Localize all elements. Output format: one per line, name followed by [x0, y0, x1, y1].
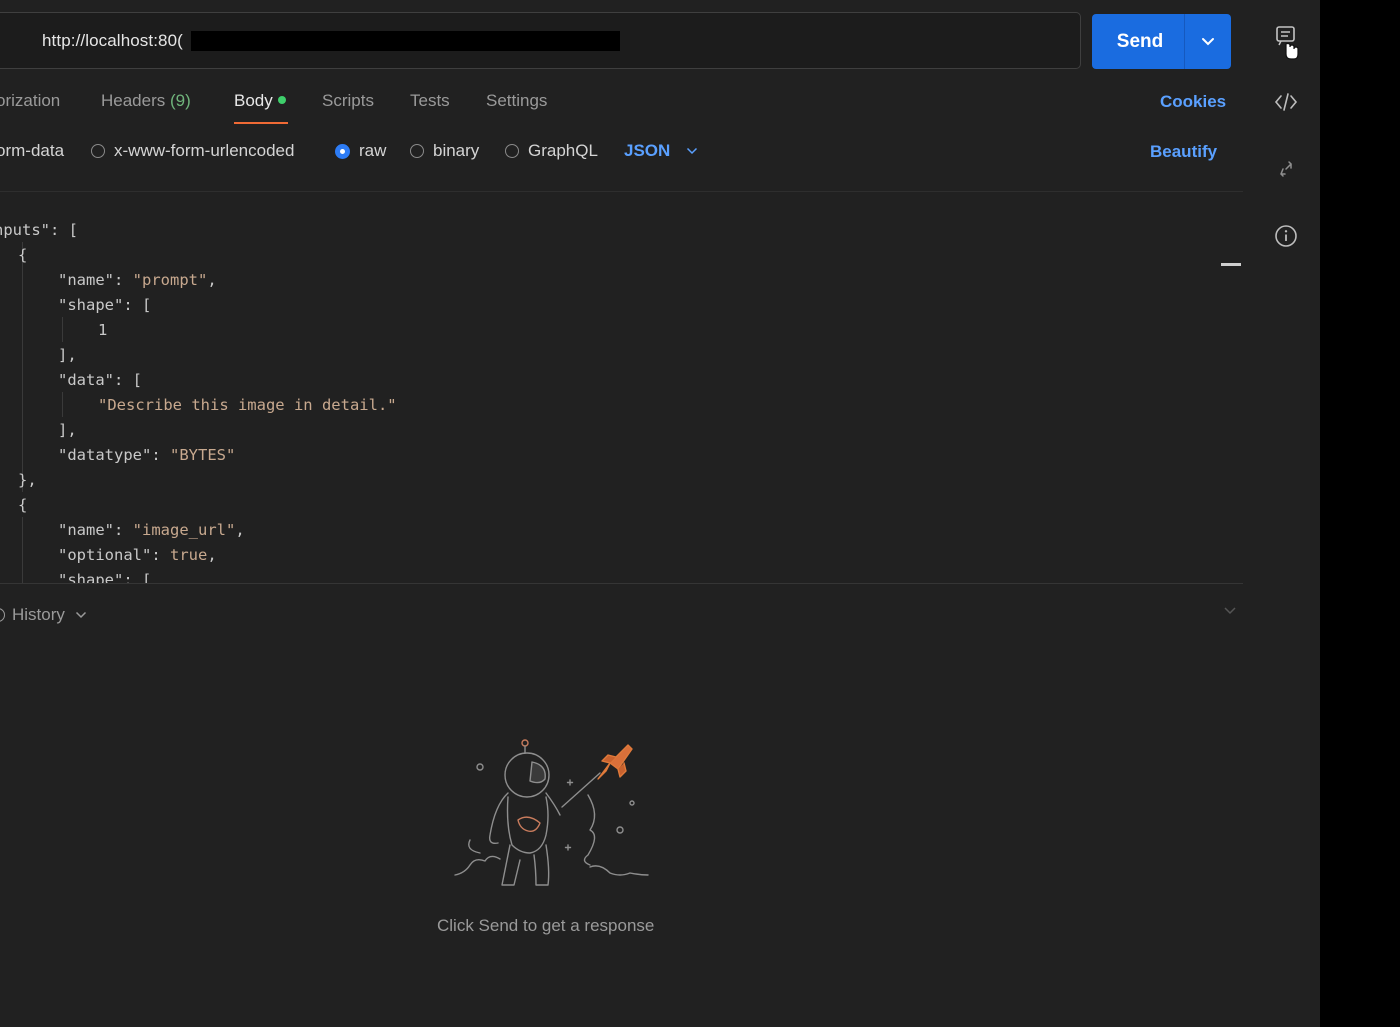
code-line: "optional": true, — [58, 546, 217, 564]
active-tab-indicator — [234, 122, 288, 124]
indent-guide — [62, 317, 63, 342]
chevron-down-icon — [75, 611, 86, 619]
headers-count-badge: (9) — [170, 91, 191, 110]
code-line: "datatype": "BYTES" — [58, 446, 236, 464]
graphql-label: GraphQL — [528, 141, 598, 160]
form-data-option[interactable]: orm-data — [0, 141, 64, 161]
comments-icon[interactable] — [1272, 24, 1300, 60]
code-line: ], — [58, 421, 77, 439]
code-line: "name": "prompt", — [58, 271, 217, 289]
indent-guide — [22, 242, 23, 492]
graphql-option[interactable]: GraphQL — [505, 141, 598, 161]
scroll-position-marker — [1221, 263, 1241, 266]
tab-scripts[interactable]: Scripts — [322, 91, 374, 111]
editor-top-divider — [0, 191, 1243, 192]
code-line: }, — [18, 471, 37, 489]
raw-option[interactable]: raw — [335, 141, 386, 161]
code-line: nputs": [ — [0, 221, 78, 239]
history-dropdown[interactable]: History — [0, 605, 87, 625]
code-line: { — [18, 246, 28, 264]
tab-body-label: Body — [234, 91, 273, 110]
send-button-group: Send — [1092, 14, 1231, 69]
editor-bottom-divider[interactable] — [0, 583, 1243, 584]
beautify-button[interactable]: Beautify — [1150, 142, 1217, 162]
history-label: History — [12, 605, 65, 624]
tab-authorization[interactable]: orization — [0, 91, 60, 111]
history-icon — [0, 608, 5, 622]
json-editor[interactable]: nputs": [ { "name": "prompt", "shape": [ 1],… — [0, 208, 1243, 583]
empty-response-message: Click Send to get a response — [437, 916, 655, 935]
send-button[interactable]: Send — [1092, 14, 1184, 69]
send-options-chevron-icon[interactable] — [1185, 14, 1231, 69]
urlencoded-label: x-www-form-urlencoded — [114, 141, 295, 160]
tab-body[interactable]: Body — [234, 91, 286, 111]
tab-tests[interactable]: Tests — [410, 91, 450, 111]
raw-label: raw — [359, 141, 387, 160]
body-status-dot — [277, 96, 286, 104]
request-workspace: http://localhost:80( Send orization Head… — [0, 0, 1320, 1027]
url-redaction — [191, 31, 620, 51]
urlencoded-radio[interactable] — [91, 144, 105, 158]
astronaut-rocket-illustration — [454, 739, 649, 886]
indent-guide — [22, 517, 23, 583]
binary-label: binary — [433, 141, 480, 160]
raw-format-label: JSON — [624, 141, 671, 160]
info-icon[interactable] — [1273, 223, 1299, 249]
sync-arrows-icon[interactable] — [1274, 157, 1298, 181]
code-line: "name": "image_url", — [58, 521, 245, 539]
code-line: ], — [58, 346, 77, 364]
url-text[interactable]: http://localhost:80( — [42, 31, 183, 51]
code-line: { — [18, 496, 28, 514]
binary-option[interactable]: binary — [410, 141, 479, 161]
raw-radio[interactable] — [335, 143, 350, 159]
graphql-radio[interactable] — [505, 144, 519, 158]
code-line: "shape": [ — [58, 571, 152, 583]
tab-headers-label: Headers — [101, 91, 166, 110]
indent-guide — [62, 392, 63, 417]
collapse-response-chevron-icon[interactable] — [1223, 606, 1237, 616]
code-line: 1 — [98, 321, 108, 339]
code-line: "data": [ — [58, 371, 142, 389]
code-icon[interactable] — [1272, 90, 1300, 114]
tab-settings[interactable]: Settings — [486, 91, 547, 111]
raw-format-dropdown[interactable]: JSON — [624, 141, 698, 161]
tab-headers[interactable]: Headers (9) — [101, 91, 191, 111]
binary-radio[interactable] — [410, 144, 424, 158]
code-line: "shape": [ — [58, 296, 152, 314]
cookies-link[interactable]: Cookies — [1160, 92, 1226, 112]
chevron-down-icon — [687, 147, 698, 155]
urlencoded-option[interactable]: x-www-form-urlencoded — [91, 141, 294, 161]
code-line: "Describe this image in detail." — [98, 396, 397, 414]
